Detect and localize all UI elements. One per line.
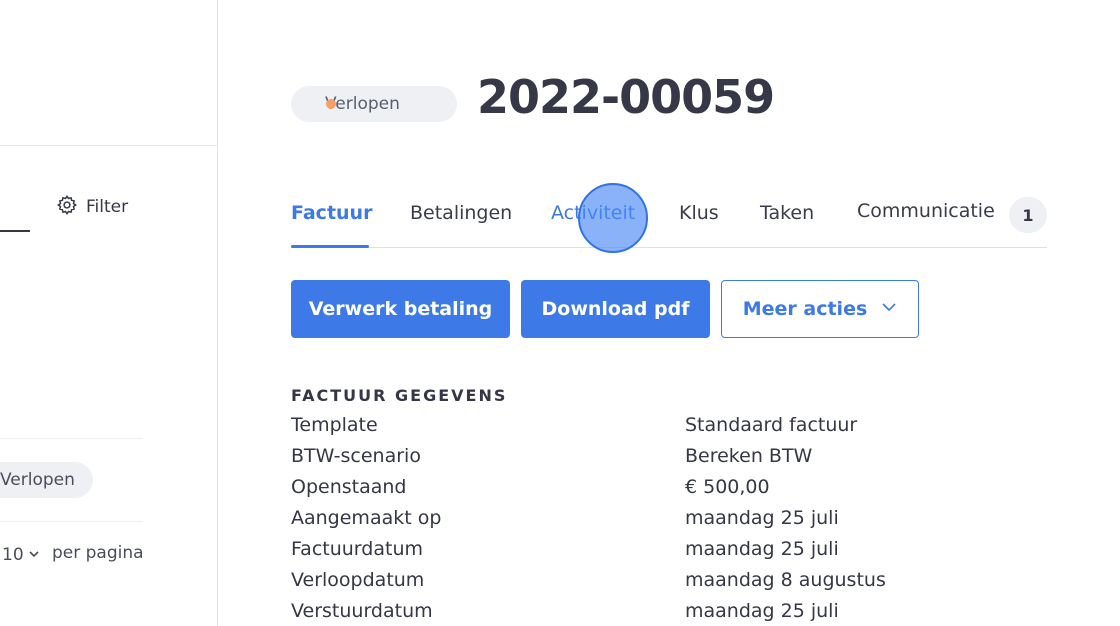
detail-label: Aangemaakt op	[291, 507, 442, 529]
tab-taken[interactable]: Taken	[760, 202, 814, 224]
invoice-page: Filter Verlopen 10 per pagina Verlopen 2…	[0, 0, 1120, 626]
divider	[0, 521, 143, 522]
detail-row: Openstaand € 500,00	[291, 476, 991, 507]
more-actions-label: Meer acties	[742, 298, 868, 320]
detail-row: Aangemaakt op maandag 25 juli	[291, 507, 991, 538]
tab-activiteit[interactable]: Activiteit	[551, 202, 635, 224]
detail-row: Verloopdatum maandag 8 augustus	[291, 569, 991, 600]
detail-value: Bereken BTW	[685, 445, 813, 467]
status-badge: Verlopen	[291, 86, 457, 122]
invoice-list-panel: Filter Verlopen 10 per pagina	[0, 0, 218, 626]
detail-value: maandag 25 juli	[685, 600, 839, 622]
filter-label: Filter	[86, 197, 129, 217]
detail-row: Verstuurdatum maandag 25 juli	[291, 600, 991, 626]
tab-factuur[interactable]: Factuur	[291, 202, 372, 224]
filter-button[interactable]: Filter	[56, 194, 128, 220]
communicatie-count-badge: 1	[1009, 197, 1047, 233]
detail-value: Standaard factuur	[685, 414, 858, 436]
per-page-select[interactable]: 10	[2, 543, 40, 567]
detail-label: Verstuurdatum	[291, 600, 433, 622]
per-page-value: 10	[2, 545, 24, 565]
status-dot	[326, 99, 336, 109]
more-actions-button[interactable]: Meer acties	[721, 280, 919, 338]
process-payment-button[interactable]: Verwerk betaling	[291, 280, 510, 338]
download-pdf-button[interactable]: Download pdf	[521, 280, 710, 338]
detail-row: BTW-scenario Bereken BTW	[291, 445, 991, 476]
detail-row: Factuurdatum maandag 25 juli	[291, 538, 991, 569]
detail-value: maandag 25 juli	[685, 507, 839, 529]
detail-label: BTW-scenario	[291, 445, 421, 467]
tab-communicatie[interactable]: Communicatie	[857, 200, 995, 222]
section-title: FACTUUR GEGEVENS	[291, 386, 508, 405]
invoice-details: Template Standaard factuur BTW-scenario …	[291, 414, 991, 626]
gear-icon	[56, 194, 78, 221]
page-title: 2022-00059	[477, 70, 775, 124]
detail-label: Openstaand	[291, 476, 407, 498]
detail-value: maandag 8 augustus	[685, 569, 886, 591]
tab-betalingen[interactable]: Betalingen	[410, 202, 512, 224]
status-label: Verlopen	[325, 94, 400, 114]
search-input[interactable]	[0, 230, 30, 232]
chevron-down-icon	[28, 545, 40, 565]
chevron-down-icon	[881, 298, 897, 320]
active-tab-indicator	[291, 245, 369, 248]
detail-row: Template Standaard factuur	[291, 414, 991, 445]
detail-label: Template	[291, 414, 378, 436]
list-item-status-badge: Verlopen	[0, 462, 93, 498]
tab-bar: Factuur Betalingen Activiteit Klus Taken…	[291, 190, 1047, 248]
divider	[0, 145, 218, 146]
detail-label: Factuurdatum	[291, 538, 423, 560]
divider	[0, 438, 143, 439]
per-page-label: per pagina	[52, 543, 144, 563]
tab-klus[interactable]: Klus	[679, 202, 719, 224]
detail-value: € 500,00	[685, 476, 770, 498]
detail-value: maandag 25 juli	[685, 538, 839, 560]
detail-label: Verloopdatum	[291, 569, 425, 591]
